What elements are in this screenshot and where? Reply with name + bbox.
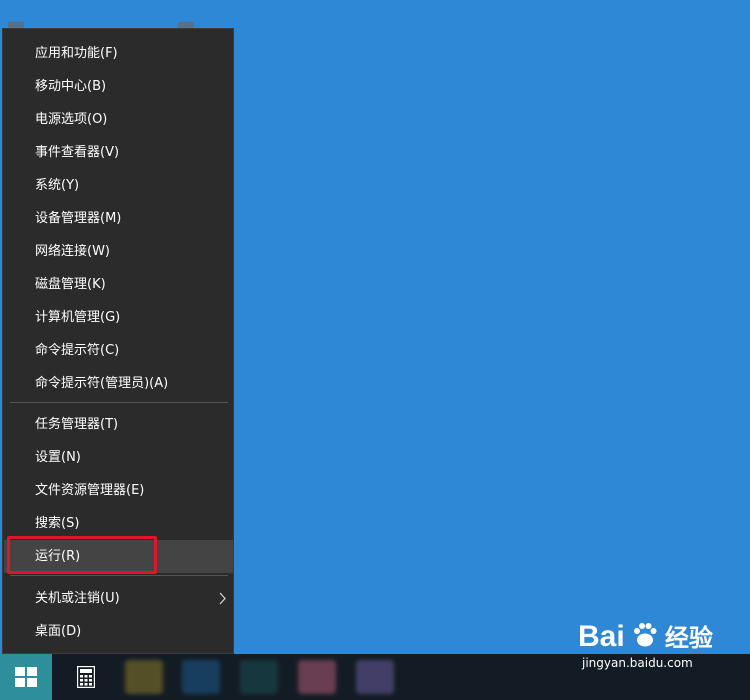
menu-item-system[interactable]: 系统(Y)	[4, 169, 233, 202]
menu-item-label: 任务管理器(T)	[35, 417, 119, 432]
menu-item-command-prompt-admin[interactable]: 命令提示符(管理员)(A)	[4, 367, 233, 400]
menu-item-label: 关机或注销(U)	[35, 591, 120, 606]
paw-icon	[633, 623, 657, 647]
menu-item-task-manager[interactable]: 任务管理器(T)	[4, 408, 233, 441]
start-button[interactable]	[0, 654, 52, 700]
menu-item-apps-features[interactable]: 应用和功能(F)	[4, 37, 233, 70]
taskbar-calculator[interactable]	[60, 654, 112, 700]
watermark-url: jingyan.baidu.com	[582, 656, 693, 670]
menu-item-event-viewer[interactable]: 事件查看器(V)	[4, 136, 233, 169]
menu-item-shutdown-signout[interactable]: 关机或注销(U)	[4, 582, 233, 615]
taskbar-app-blurred[interactable]	[356, 660, 394, 694]
menu-item-label: 文件资源管理器(E)	[35, 483, 145, 498]
taskbar-app-blurred[interactable]	[125, 660, 163, 694]
menu-item-command-prompt[interactable]: 命令提示符(C)	[4, 334, 233, 367]
red-highlight-annotation	[7, 536, 157, 574]
menu-item-computer-management[interactable]: 计算机管理(G)	[4, 301, 233, 334]
menu-item-label: 计算机管理(G)	[35, 310, 121, 325]
menu-item-label: 应用和功能(F)	[35, 46, 118, 61]
menu-item-label: 电源选项(O)	[35, 112, 108, 127]
taskbar-app-blurred[interactable]	[182, 660, 220, 694]
menu-item-desktop[interactable]: 桌面(D)	[4, 615, 233, 648]
menu-item-label: 磁盘管理(K)	[35, 277, 106, 292]
menu-item-label: 系统(Y)	[35, 178, 80, 193]
menu-item-disk-management[interactable]: 磁盘管理(K)	[4, 268, 233, 301]
menu-item-file-explorer[interactable]: 文件资源管理器(E)	[4, 474, 233, 507]
menu-item-settings[interactable]: 设置(N)	[4, 441, 233, 474]
menu-item-label: 网络连接(W)	[35, 244, 110, 259]
watermark-logo-text: Bai	[578, 620, 625, 653]
windows-logo-icon	[15, 667, 37, 687]
menu-item-label: 桌面(D)	[35, 624, 82, 639]
menu-item-power-options[interactable]: 电源选项(O)	[4, 103, 233, 136]
taskbar-app-blurred[interactable]	[240, 660, 278, 694]
baidu-jingyan-watermark: Bai 经验 jingyan.baidu.com	[578, 618, 713, 670]
menu-item-label: 事件查看器(V)	[35, 145, 120, 160]
menu-item-label: 设备管理器(M)	[35, 211, 122, 226]
taskbar-app-blurred[interactable]	[298, 660, 336, 694]
watermark-logo-tail: 经验	[664, 624, 713, 652]
calculator-icon	[77, 666, 95, 688]
menu-item-label: 命令提示符(管理员)(A)	[35, 376, 169, 391]
menu-separator	[10, 575, 228, 576]
menu-item-mobility-center[interactable]: 移动中心(B)	[4, 70, 233, 103]
menu-item-label: 命令提示符(C)	[35, 343, 120, 358]
menu-item-label: 设置(N)	[35, 450, 81, 465]
menu-item-network-connections[interactable]: 网络连接(W)	[4, 235, 233, 268]
menu-item-label: 移动中心(B)	[35, 79, 107, 94]
menu-item-device-manager[interactable]: 设备管理器(M)	[4, 202, 233, 235]
menu-separator	[10, 402, 228, 403]
